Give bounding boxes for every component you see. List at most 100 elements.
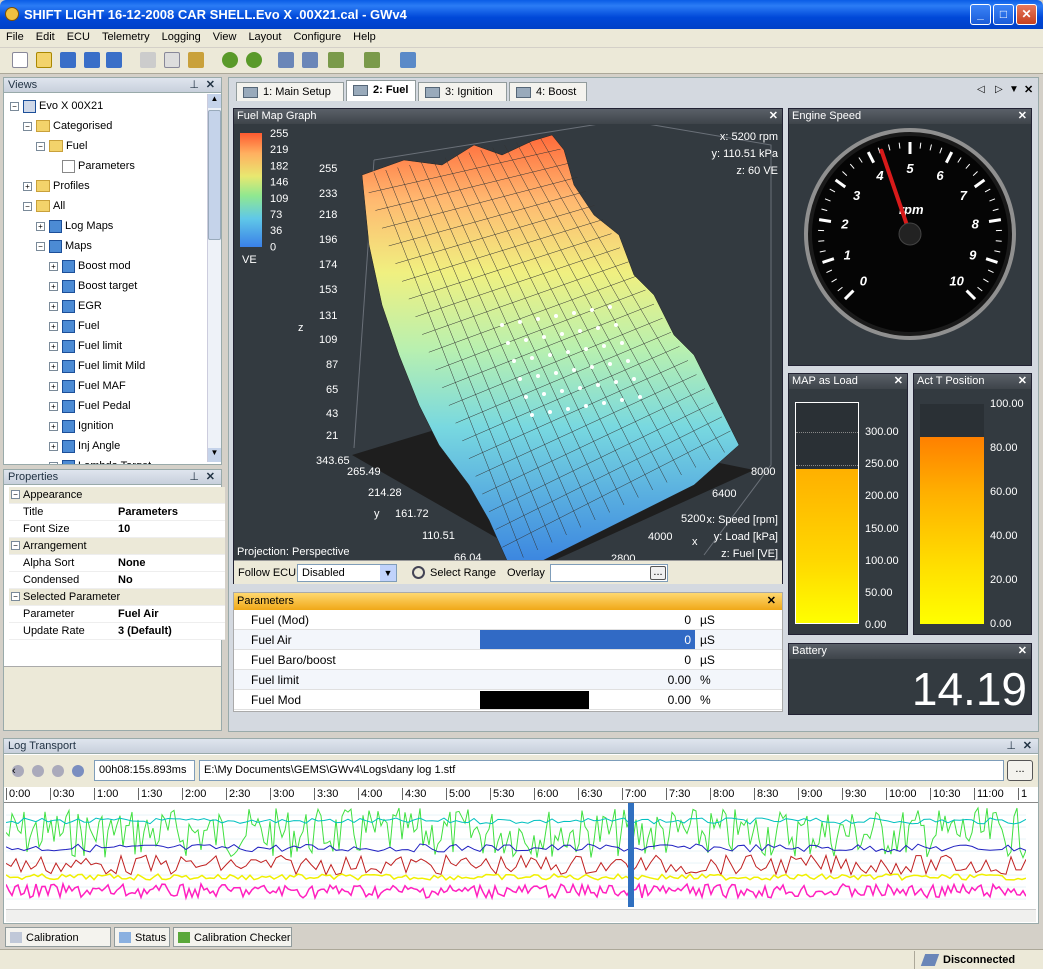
collapse-icon[interactable]: −: [23, 121, 32, 131]
close-icon[interactable]: ✕: [1023, 739, 1032, 754]
menu-view[interactable]: View: [207, 29, 243, 45]
menu-file[interactable]: File: [0, 29, 30, 45]
tree-item[interactable]: + Fuel limit: [49, 336, 122, 356]
property-value[interactable]: Parameters: [118, 504, 178, 521]
close-icon[interactable]: ✕: [1018, 374, 1027, 389]
log-browse-button[interactable]: ...: [1007, 760, 1033, 781]
property-category[interactable]: − Arrangement: [9, 538, 225, 555]
bottom-tab-1[interactable]: Calibration Notes: [5, 927, 111, 964]
collapse-icon[interactable]: −: [23, 201, 32, 211]
download-icon[interactable]: [400, 52, 416, 68]
parameter-row[interactable]: Fuel Baro/boost 0 µS: [234, 650, 782, 670]
save-as-icon[interactable]: [84, 52, 100, 68]
pin-icon[interactable]: ⊥: [1006, 739, 1016, 754]
property-row[interactable]: Alpha Sort None: [9, 555, 225, 572]
tree-item[interactable]: + Inj Angle: [49, 436, 120, 456]
loop-icon[interactable]: [72, 765, 84, 777]
collapse-icon[interactable]: −: [11, 490, 20, 499]
select-range-icon[interactable]: [412, 566, 425, 579]
log-path-field[interactable]: E:\My Documents\GEMS\GWv4\Logs\dany log …: [199, 760, 1004, 781]
tree-item[interactable]: + Fuel limit Mild: [49, 356, 145, 376]
tab-3[interactable]: 3: Ignition: [418, 82, 507, 101]
new-icon[interactable]: [12, 52, 28, 68]
property-category[interactable]: − Appearance: [9, 487, 225, 504]
expand-icon[interactable]: +: [49, 381, 58, 391]
collapse-icon[interactable]: −: [11, 541, 20, 550]
tree-item[interactable]: + Fuel Pedal: [49, 396, 131, 416]
maximize-button[interactable]: □: [993, 4, 1014, 25]
tree-item[interactable]: − All: [23, 196, 65, 216]
expand-icon[interactable]: +: [49, 441, 58, 451]
disconnect-icon[interactable]: [302, 52, 318, 68]
tree-item[interactable]: + Fuel MAF: [49, 376, 126, 396]
expand-icon[interactable]: +: [49, 301, 58, 311]
bottom-tab-2[interactable]: Status: [114, 927, 170, 947]
save-all-icon[interactable]: [106, 52, 122, 68]
tab-2[interactable]: 2: Fuel: [346, 80, 416, 101]
tab-next-icon[interactable]: ▷: [995, 84, 1003, 95]
save-icon[interactable]: [60, 52, 76, 68]
tab-close-icon[interactable]: ✕: [1024, 83, 1033, 96]
collapse-icon[interactable]: −: [36, 141, 45, 151]
expand-icon[interactable]: +: [49, 461, 58, 464]
menu-help[interactable]: Help: [347, 29, 382, 45]
tab-1[interactable]: 1: Main Setup: [236, 82, 344, 101]
property-row[interactable]: Condensed No: [9, 572, 225, 589]
tree-item[interactable]: − Maps: [36, 236, 92, 256]
parameter-value[interactable]: 0: [480, 630, 695, 649]
tab-4[interactable]: 4: Boost: [509, 82, 587, 101]
log-trace-chart[interactable]: [6, 803, 1026, 907]
chevron-down-icon[interactable]: ▼: [380, 565, 396, 581]
expand-icon[interactable]: +: [23, 181, 32, 191]
close-icon[interactable]: ✕: [769, 109, 778, 124]
expand-icon[interactable]: +: [49, 261, 58, 271]
property-value[interactable]: No: [118, 572, 133, 589]
cut-icon[interactable]: [140, 52, 156, 68]
pin-icon[interactable]: ⊥: [189, 470, 199, 485]
expand-icon[interactable]: +: [49, 421, 58, 431]
select-range-button[interactable]: Select Range: [430, 567, 496, 579]
tree-item[interactable]: + Boost mod: [49, 256, 131, 276]
close-button[interactable]: ✕: [1016, 4, 1037, 25]
parameter-value[interactable]: 0.00: [480, 670, 695, 689]
collapse-icon[interactable]: −: [36, 241, 45, 251]
tree-item[interactable]: − Categorised: [23, 116, 112, 136]
menu-edit[interactable]: Edit: [30, 29, 61, 45]
tree-item[interactable]: + Fuel: [49, 316, 99, 336]
menu-ecu[interactable]: ECU: [61, 29, 96, 45]
tree-item[interactable]: − Fuel: [36, 136, 87, 156]
follow-ecu-select[interactable]: Disabled ▼: [297, 564, 397, 582]
collapse-icon[interactable]: −: [10, 101, 19, 111]
property-value[interactable]: Fuel Air: [118, 606, 159, 623]
property-value[interactable]: 3 (Default): [118, 623, 172, 640]
log-time-field[interactable]: 00h08:15s.893ms: [94, 760, 195, 781]
menu-layout[interactable]: Layout: [242, 29, 287, 45]
scroll-down-icon[interactable]: ▼: [208, 448, 221, 462]
parameter-row[interactable]: Fuel limit 0.00%: [234, 670, 782, 690]
scroll-thumb[interactable]: [208, 110, 221, 240]
parameter-row[interactable]: Fuel (Mod) 0 µS: [234, 610, 782, 630]
property-row[interactable]: Update Rate 3 (Default): [9, 623, 225, 640]
menu-logging[interactable]: Logging: [156, 29, 207, 45]
tree-item[interactable]: + Log Maps: [36, 216, 113, 236]
property-row[interactable]: Font Size 10: [9, 521, 225, 538]
log-hscrollbar[interactable]: [6, 909, 1036, 922]
log-timeline-ruler[interactable]: 0:00 0:30 1:00 1:30 2:00 2:30 3:00 3:30 4:00 4:30…: [4, 787, 1038, 803]
close-icon[interactable]: ✕: [1018, 109, 1027, 124]
tree-item[interactable]: + EGR: [49, 296, 102, 316]
property-value[interactable]: 10: [118, 521, 130, 538]
property-row[interactable]: Title Parameters: [9, 504, 225, 521]
tab-prev-icon[interactable]: ◁: [977, 84, 985, 95]
close-icon[interactable]: ✕: [206, 78, 215, 93]
tree-item[interactable]: + Lambda Target: [49, 456, 151, 464]
bottom-tab-3[interactable]: Calibration Checker: [173, 927, 292, 947]
undo-icon[interactable]: [222, 52, 238, 68]
stop-icon[interactable]: [52, 765, 64, 777]
close-icon[interactable]: ✕: [894, 374, 903, 389]
playhead[interactable]: [628, 803, 634, 907]
close-icon[interactable]: ✕: [1018, 644, 1027, 659]
parameter-row[interactable]: Fuel Mod 0.00%: [234, 690, 782, 710]
expand-icon[interactable]: +: [49, 361, 58, 371]
parameter-value[interactable]: 0: [480, 610, 695, 629]
tree-item[interactable]: + Ignition: [49, 416, 113, 436]
